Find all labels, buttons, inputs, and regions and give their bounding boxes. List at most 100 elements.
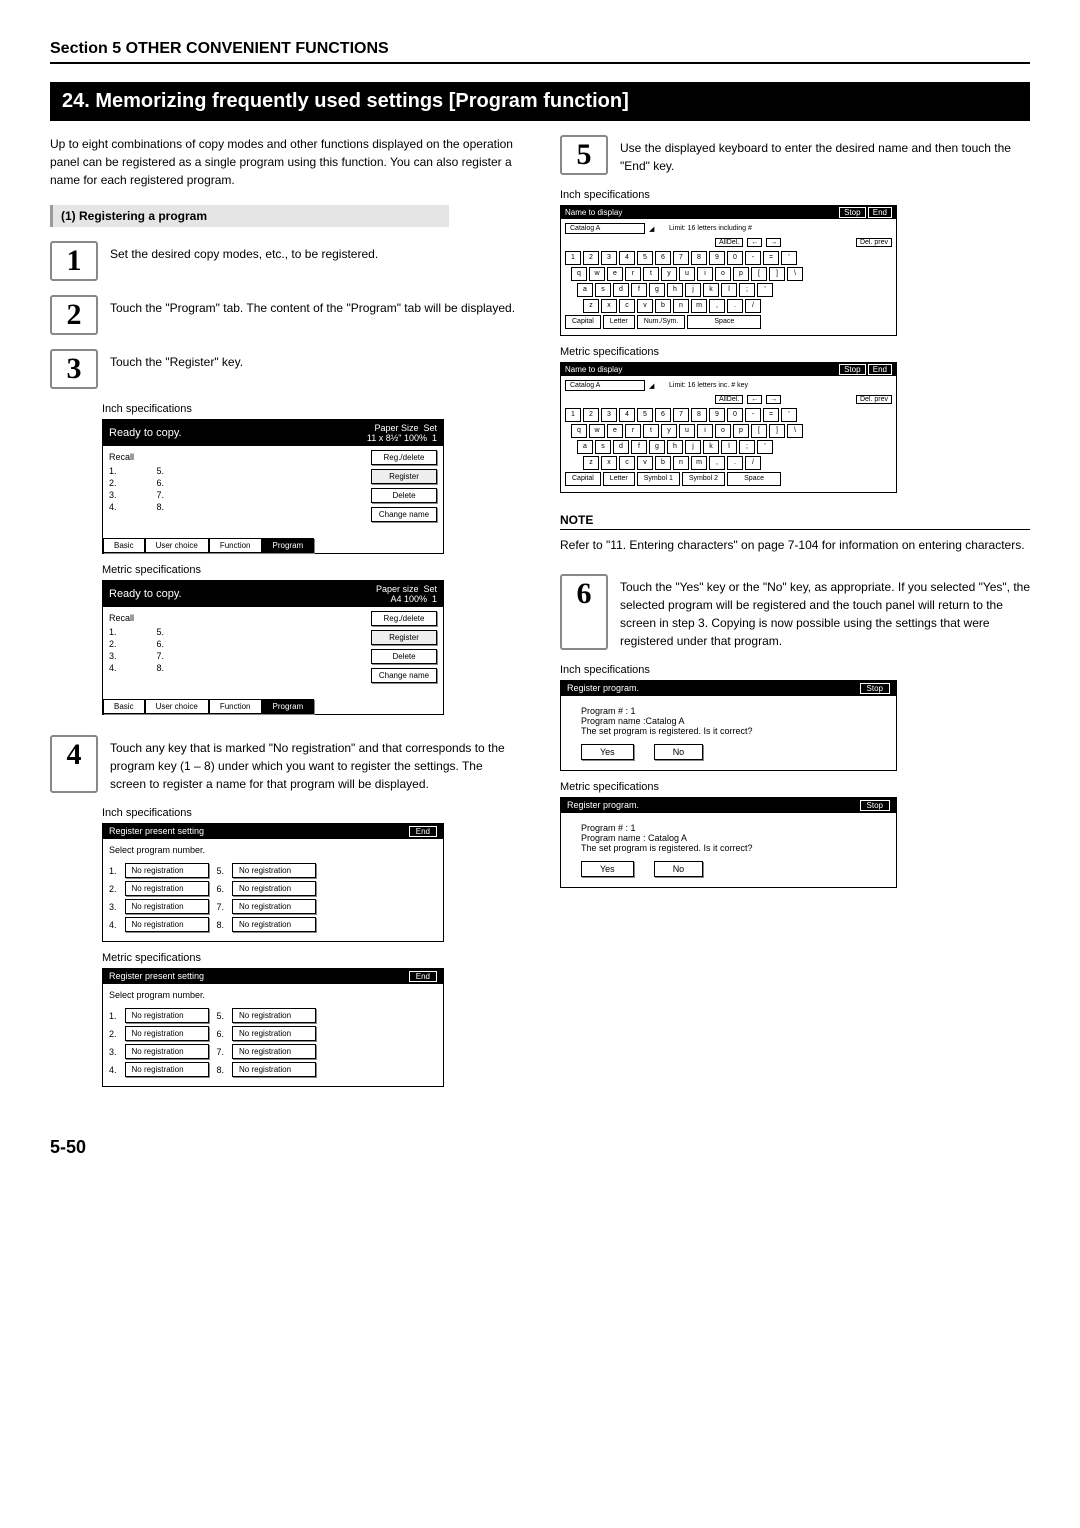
symbol1-button[interactable]: Symbol 1 — [637, 472, 680, 486]
key[interactable]: g — [649, 440, 665, 454]
key[interactable]: - — [745, 408, 761, 422]
key[interactable]: e — [607, 424, 623, 438]
key[interactable]: l — [721, 440, 737, 454]
regdel-button[interactable]: Reg./delete — [371, 450, 437, 465]
key[interactable]: 0 — [727, 408, 743, 422]
key[interactable]: - — [745, 251, 761, 265]
end-button[interactable]: End — [409, 971, 437, 982]
key[interactable]: / — [745, 456, 761, 470]
end-button[interactable]: End — [868, 207, 892, 218]
key[interactable]: ' — [781, 251, 797, 265]
key[interactable]: 9 — [709, 408, 725, 422]
prog-slot[interactable]: No registration — [232, 863, 316, 878]
prog-slot[interactable]: No registration — [232, 1026, 316, 1041]
register-button[interactable]: Register — [371, 469, 437, 484]
key[interactable]: \ — [787, 267, 803, 281]
arrow-left-button[interactable]: ← — [747, 395, 762, 404]
key[interactable]: 7 — [673, 251, 689, 265]
key[interactable]: j — [685, 440, 701, 454]
delete-button[interactable]: Delete — [371, 649, 437, 664]
key[interactable]: q — [571, 424, 587, 438]
name-input[interactable]: Catalog A — [565, 223, 645, 234]
delprev-button[interactable]: Del. prev — [856, 395, 892, 404]
key[interactable]: p — [733, 424, 749, 438]
tab-basic[interactable]: Basic — [103, 699, 145, 714]
key[interactable]: , — [709, 299, 725, 313]
key[interactable]: 3 — [601, 251, 617, 265]
symbol2-button[interactable]: Symbol 2 — [682, 472, 725, 486]
yes-button[interactable]: Yes — [581, 744, 634, 760]
space-button[interactable]: Space — [687, 315, 761, 329]
key[interactable]: = — [763, 408, 779, 422]
key[interactable]: / — [745, 299, 761, 313]
capital-button[interactable]: Capital — [565, 472, 601, 486]
key[interactable]: = — [763, 251, 779, 265]
key[interactable]: o — [715, 424, 731, 438]
delprev-button[interactable]: Del. prev — [856, 238, 892, 247]
key[interactable]: i — [697, 424, 713, 438]
key[interactable]: t — [643, 424, 659, 438]
key[interactable]: a — [577, 283, 593, 297]
alldel-button[interactable]: AllDel. — [715, 238, 743, 247]
tab-user[interactable]: User choice — [145, 699, 209, 714]
no-button[interactable]: No — [654, 861, 704, 877]
prog-slot[interactable]: No registration — [125, 917, 209, 932]
key[interactable]: 4 — [619, 408, 635, 422]
prog-slot[interactable]: No registration — [125, 863, 209, 878]
key[interactable]: c — [619, 456, 635, 470]
key[interactable]: x — [601, 299, 617, 313]
key[interactable]: v — [637, 299, 653, 313]
key[interactable]: t — [643, 267, 659, 281]
key[interactable]: u — [679, 267, 695, 281]
key[interactable]: n — [673, 456, 689, 470]
key[interactable]: \ — [787, 424, 803, 438]
stop-button[interactable]: Stop — [839, 364, 865, 375]
key[interactable]: [ — [751, 267, 767, 281]
key[interactable]: q — [571, 267, 587, 281]
tab-program[interactable]: Program — [262, 699, 315, 714]
key[interactable]: r — [625, 267, 641, 281]
key[interactable]: ] — [769, 267, 785, 281]
key[interactable]: c — [619, 299, 635, 313]
key[interactable]: a — [577, 440, 593, 454]
tab-function[interactable]: Function — [209, 538, 262, 553]
key[interactable]: 5 — [637, 408, 653, 422]
end-button[interactable]: End — [409, 826, 437, 837]
stop-button[interactable]: Stop — [860, 800, 890, 811]
key[interactable]: j — [685, 283, 701, 297]
no-button[interactable]: No — [654, 744, 704, 760]
letter-button[interactable]: Letter — [603, 472, 635, 486]
key[interactable]: , — [709, 456, 725, 470]
key[interactable]: r — [625, 424, 641, 438]
key[interactable]: i — [697, 267, 713, 281]
end-button[interactable]: End — [868, 364, 892, 375]
key[interactable]: b — [655, 299, 671, 313]
key[interactable]: 3 — [601, 408, 617, 422]
key[interactable]: h — [667, 440, 683, 454]
prog-slot[interactable]: No registration — [232, 1008, 316, 1023]
key[interactable]: ] — [769, 424, 785, 438]
key[interactable]: ' — [757, 283, 773, 297]
regdel-button[interactable]: Reg./delete — [371, 611, 437, 626]
key[interactable]: 1 — [565, 408, 581, 422]
key[interactable]: k — [703, 283, 719, 297]
key[interactable]: d — [613, 440, 629, 454]
key[interactable]: [ — [751, 424, 767, 438]
key[interactable]: d — [613, 283, 629, 297]
key[interactable]: m — [691, 456, 707, 470]
key[interactable]: 6 — [655, 251, 671, 265]
key[interactable]: 6 — [655, 408, 671, 422]
key[interactable]: 8 — [691, 251, 707, 265]
key[interactable]: l — [721, 283, 737, 297]
prog-slot[interactable]: No registration — [125, 1062, 209, 1077]
tab-function[interactable]: Function — [209, 699, 262, 714]
key[interactable]: . — [727, 456, 743, 470]
prog-slot[interactable]: No registration — [232, 881, 316, 896]
arrow-right-button[interactable]: → — [766, 238, 781, 247]
key[interactable]: 1 — [565, 251, 581, 265]
key[interactable]: s — [595, 283, 611, 297]
key[interactable]: 2 — [583, 251, 599, 265]
key[interactable]: 9 — [709, 251, 725, 265]
key[interactable]: ' — [781, 408, 797, 422]
stop-button[interactable]: Stop — [839, 207, 865, 218]
